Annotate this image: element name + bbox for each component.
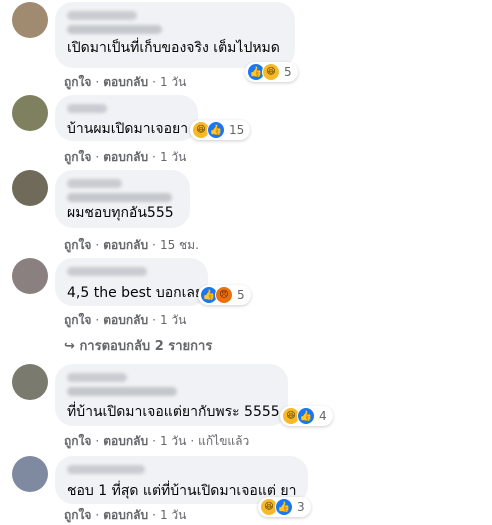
reply-link[interactable]: ตอบกลับ [103, 313, 148, 327]
avatar[interactable] [12, 456, 48, 492]
author-name[interactable] [67, 373, 127, 382]
author-name[interactable] [67, 267, 147, 276]
reply-link[interactable]: ตอบกลับ [103, 238, 148, 252]
author-name[interactable] [67, 179, 122, 188]
reaction-count: 15 [229, 123, 245, 137]
reaction-summary[interactable]: 👍 😆 5 [245, 62, 298, 82]
avatar[interactable] [12, 95, 48, 131]
comment-text: เปิดมาเป็นที่เก็บของจริง เต็มไปหมด [67, 40, 280, 56]
author-subtitle [67, 25, 162, 34]
comment-bubble: 4,5 the best บอกเลย [55, 258, 208, 306]
author-name[interactable] [67, 11, 137, 20]
edited-label: แก้ไขแล้ว [198, 434, 250, 448]
timestamp[interactable]: 1 วัน [160, 313, 186, 327]
reaction-count: 5 [237, 288, 245, 302]
comment-actions: ถูกใจ · ตอบกลับ · 1 วัน [64, 313, 187, 327]
avatar[interactable] [12, 364, 48, 400]
angry-face-icon: 😠 [215, 286, 233, 304]
author-name[interactable] [67, 104, 107, 113]
timestamp[interactable]: 15 ชม. [160, 238, 199, 252]
comment-text: 4,5 the best บอกเลย [67, 285, 204, 301]
replies-count-label: การตอบกลับ 2 รายการ [79, 339, 213, 354]
reaction-count: 3 [297, 500, 305, 514]
comment-bubble: บ้านผมเปิดมาเจอยา [55, 95, 198, 141]
timestamp[interactable]: 1 วัน [160, 434, 186, 448]
avatar[interactable] [12, 170, 48, 206]
author-name[interactable] [67, 465, 145, 474]
like-link[interactable]: ถูกใจ [64, 238, 91, 252]
reply-link[interactable]: ตอบกลับ [103, 434, 148, 448]
thumbs-up-icon: 👍 [275, 498, 293, 516]
comment-text: ที่บ้านเปิดมาเจอแต่ยากับพระ 5555 [67, 404, 280, 420]
like-link[interactable]: ถูกใจ [64, 150, 91, 164]
reply-link[interactable]: ตอบกลับ [103, 75, 148, 89]
reaction-count: 4 [319, 409, 327, 423]
reaction-summary[interactable]: 👍 😠 5 [198, 285, 251, 305]
comment-text: บ้านผมเปิดมาเจอยา [67, 121, 189, 137]
comment-actions: ถูกใจ · ตอบกลับ · 1 วัน [64, 75, 187, 89]
view-replies-link[interactable]: ↪ การตอบกลับ 2 รายการ [64, 335, 212, 356]
comment-actions: ถูกใจ · ตอบกลับ · 15 ชม. [64, 238, 199, 252]
author-subtitle [67, 387, 177, 396]
timestamp[interactable]: 1 วัน [160, 150, 186, 164]
avatar[interactable] [12, 258, 48, 294]
like-link[interactable]: ถูกใจ [64, 434, 91, 448]
like-link[interactable]: ถูกใจ [64, 75, 91, 89]
timestamp[interactable]: 1 วัน [160, 75, 186, 89]
reaction-summary[interactable]: 😆 👍 3 [258, 497, 311, 517]
comment-actions: ถูกใจ · ตอบกลับ · 1 วัน [64, 150, 187, 164]
thumbs-up-icon: 👍 [297, 407, 315, 425]
avatar[interactable] [12, 2, 48, 38]
laughing-face-icon: 😆 [262, 63, 280, 81]
like-link[interactable]: ถูกใจ [64, 313, 91, 327]
reaction-summary[interactable]: 😆 👍 4 [280, 406, 333, 426]
comment-bubble: เปิดมาเป็นที่เก็บของจริง เต็มไปหมด [55, 2, 295, 68]
comment-actions: ถูกใจ · ตอบกลับ · 1 วัน · แก้ไขแล้ว [64, 434, 250, 448]
comment-actions: ถูกใจ · ตอบกลับ · 1 วัน [64, 508, 187, 522]
comment-bubble: ที่บ้านเปิดมาเจอแต่ยากับพระ 5555 [55, 364, 288, 426]
comment-bubble: ผมชอบทุกอัน555 [55, 170, 190, 228]
reaction-summary[interactable]: 😆 👍 15 [190, 120, 251, 140]
reply-link[interactable]: ตอบกลับ [103, 150, 148, 164]
comment-text: ผมชอบทุกอัน555 [67, 205, 174, 221]
reply-arrow-icon: ↪ [64, 339, 75, 354]
thumbs-up-icon: 👍 [207, 121, 225, 139]
reaction-count: 5 [284, 65, 292, 79]
author-subtitle [67, 193, 172, 202]
